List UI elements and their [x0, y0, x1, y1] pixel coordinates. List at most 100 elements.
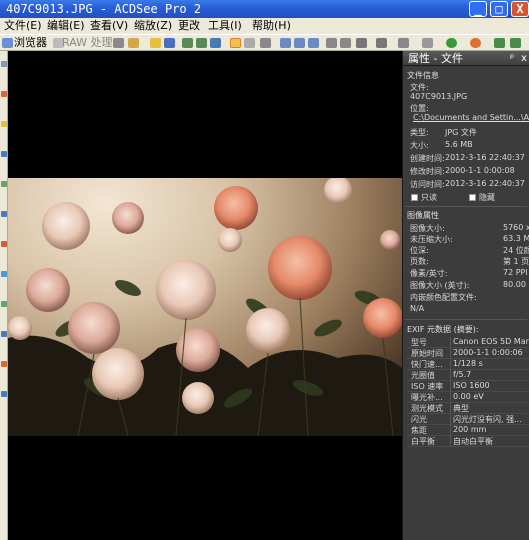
tool-icon[interactable] — [1, 151, 7, 157]
magnify-icon[interactable] — [376, 38, 387, 48]
tools-icon[interactable] — [398, 38, 409, 48]
tool-icon[interactable] — [1, 181, 7, 187]
rotate-left-icon[interactable] — [182, 38, 193, 48]
close-button[interactable]: X — [511, 1, 529, 17]
window-title: 407C9013.JPG - ACDSee Pro 2 — [6, 2, 202, 16]
profile-label: 内嵌颜色配置文件: — [410, 293, 477, 302]
next-icon[interactable] — [510, 38, 521, 48]
exif-row: 原始时间 2000-1-1 0:00:06 — [407, 348, 529, 359]
panel-title: 属性 - 文件 — [408, 52, 463, 65]
divider — [405, 206, 527, 207]
maximize-button[interactable]: □ — [490, 1, 508, 17]
properties-panel: 属性 - 文件 ᵖ x 文件信息 文件: 407C9013.JPG 位置: C:… — [402, 51, 529, 540]
folder-icon[interactable] — [150, 38, 161, 48]
tool-icon[interactable] — [1, 241, 7, 247]
tool-icon[interactable] — [1, 331, 7, 337]
hidden-label: 隐藏 — [479, 193, 495, 202]
modified-label: 修改时间: — [410, 167, 445, 176]
tool-icon[interactable] — [1, 121, 7, 127]
zoom-in-icon[interactable] — [326, 38, 337, 48]
flip-icon[interactable] — [210, 38, 221, 48]
print-size-value: 80.00 — [503, 280, 526, 289]
menu-help[interactable]: 帮助(H) — [252, 18, 291, 34]
tool-icon[interactable] — [1, 211, 7, 217]
image-viewer[interactable] — [8, 51, 402, 540]
exif-row: 型号 Canon EOS 5D Mar... — [407, 337, 529, 348]
menu-zoom[interactable]: 缩放(Z) — [134, 18, 172, 34]
tool-icon[interactable] — [1, 271, 7, 277]
exif-row: 快门速... 1/128 s — [407, 359, 529, 370]
disk-icon[interactable] — [164, 38, 175, 48]
modified-value: 2000-1-1 0:00:08 — [445, 166, 515, 175]
toolbar: 浏览器 RAW 处理 — [0, 34, 529, 51]
zoom-out-icon[interactable] — [340, 38, 351, 48]
ppi-value: 72 PPI — [503, 268, 528, 277]
minimize-button[interactable]: _ — [469, 1, 487, 17]
menu-edit[interactable]: 编辑(E) — [47, 18, 85, 34]
raw-process-button[interactable]: RAW 处理 — [62, 35, 113, 51]
location-link[interactable]: C:\Documents and Settin...\Al\ — [413, 113, 529, 122]
menu-view[interactable]: 查看(V) — [90, 18, 128, 34]
accessed-label: 访问时间: — [410, 180, 445, 189]
bitdepth-label: 位深: — [410, 246, 429, 255]
readonly-checkbox[interactable]: 只读 — [411, 192, 437, 203]
menu-bar: 文件(E) 编辑(E) 查看(V) 缩放(Z) 更改 工具(I) 帮助(H) — [0, 18, 529, 34]
crop-icon[interactable] — [244, 38, 255, 48]
bitdepth-value: 24 位颜 — [503, 246, 529, 255]
tool-icon[interactable] — [1, 91, 7, 97]
accessed-value: 2012-3-16 22:40:37 — [445, 179, 525, 188]
title-bar: 407C9013.JPG - ACDSee Pro 2 _ □ X — [0, 0, 529, 18]
pages-value: 第 1 页 — [503, 257, 529, 266]
exif-row: ISO 速率 ISO 1600 — [407, 381, 529, 392]
image-size-value: 5760 x — [503, 223, 529, 232]
slideshow-icon[interactable] — [446, 38, 457, 48]
hidden-checkbox[interactable]: 隐藏 — [469, 192, 495, 203]
uncompressed-label: 未压缩大小: — [410, 235, 453, 244]
print-size-label: 图像大小 (英寸): — [410, 281, 470, 290]
size-label: 大小: — [410, 141, 429, 150]
section-file-info: 文件信息 — [407, 71, 439, 80]
panel-header: 属性 - 文件 ᵖ x — [403, 51, 529, 66]
created-value: 2012-3-16 22:40:37 — [445, 153, 525, 162]
menu-modify[interactable]: 更改 — [178, 18, 200, 34]
section-image-attr: 图像属性 — [407, 211, 439, 220]
type-value: JPG 文件 — [445, 128, 477, 137]
pin-icon[interactable]: ᵖ — [510, 51, 514, 66]
scroll-icon[interactable] — [260, 38, 271, 48]
section-exif: EXIF 元数据 (摘要): — [407, 325, 479, 334]
actual-size-icon[interactable] — [294, 38, 305, 48]
ppi-label: 像素/英寸: — [410, 269, 448, 278]
profile-value: N/A — [410, 304, 425, 313]
readonly-label: 只读 — [421, 193, 437, 202]
left-tool-strip — [0, 51, 8, 540]
edit-icon[interactable] — [470, 38, 481, 48]
info-icon[interactable] — [422, 38, 433, 48]
prev-icon[interactable] — [494, 38, 505, 48]
exif-row: 焦距 200 mm — [407, 425, 529, 436]
browser-button[interactable]: 浏览器 — [14, 35, 47, 51]
open-icon[interactable] — [128, 38, 139, 48]
created-label: 创建时间: — [410, 154, 445, 163]
exif-row: 测光模式 典型 — [407, 403, 529, 414]
exif-row: 闪光 闪光灯没有闪, 强... — [407, 414, 529, 425]
file-name: 407C9013.JPG — [410, 92, 468, 101]
rose-photo — [8, 178, 402, 436]
divider — [405, 319, 527, 320]
uncompressed-value: 63.3 M — [503, 234, 529, 243]
tool-icon[interactable] — [1, 301, 7, 307]
save-icon[interactable] — [113, 38, 124, 48]
tool-icon[interactable] — [1, 391, 7, 397]
zoom-menu-icon[interactable] — [356, 38, 367, 48]
fullscreen-icon[interactable] — [308, 38, 319, 48]
browser-icon — [2, 38, 13, 48]
fit-icon[interactable] — [280, 38, 291, 48]
tool-icon[interactable] — [1, 61, 7, 67]
tool-icon[interactable] — [1, 361, 7, 367]
menu-file[interactable]: 文件(E) — [4, 18, 42, 34]
panel-close-icon[interactable]: x — [521, 51, 527, 66]
exif-row: 光圈值 f/5.7 — [407, 370, 529, 381]
select-icon[interactable] — [230, 38, 241, 48]
menu-tools[interactable]: 工具(I) — [208, 18, 242, 34]
rotate-right-icon[interactable] — [196, 38, 207, 48]
type-label: 类型: — [410, 128, 429, 137]
